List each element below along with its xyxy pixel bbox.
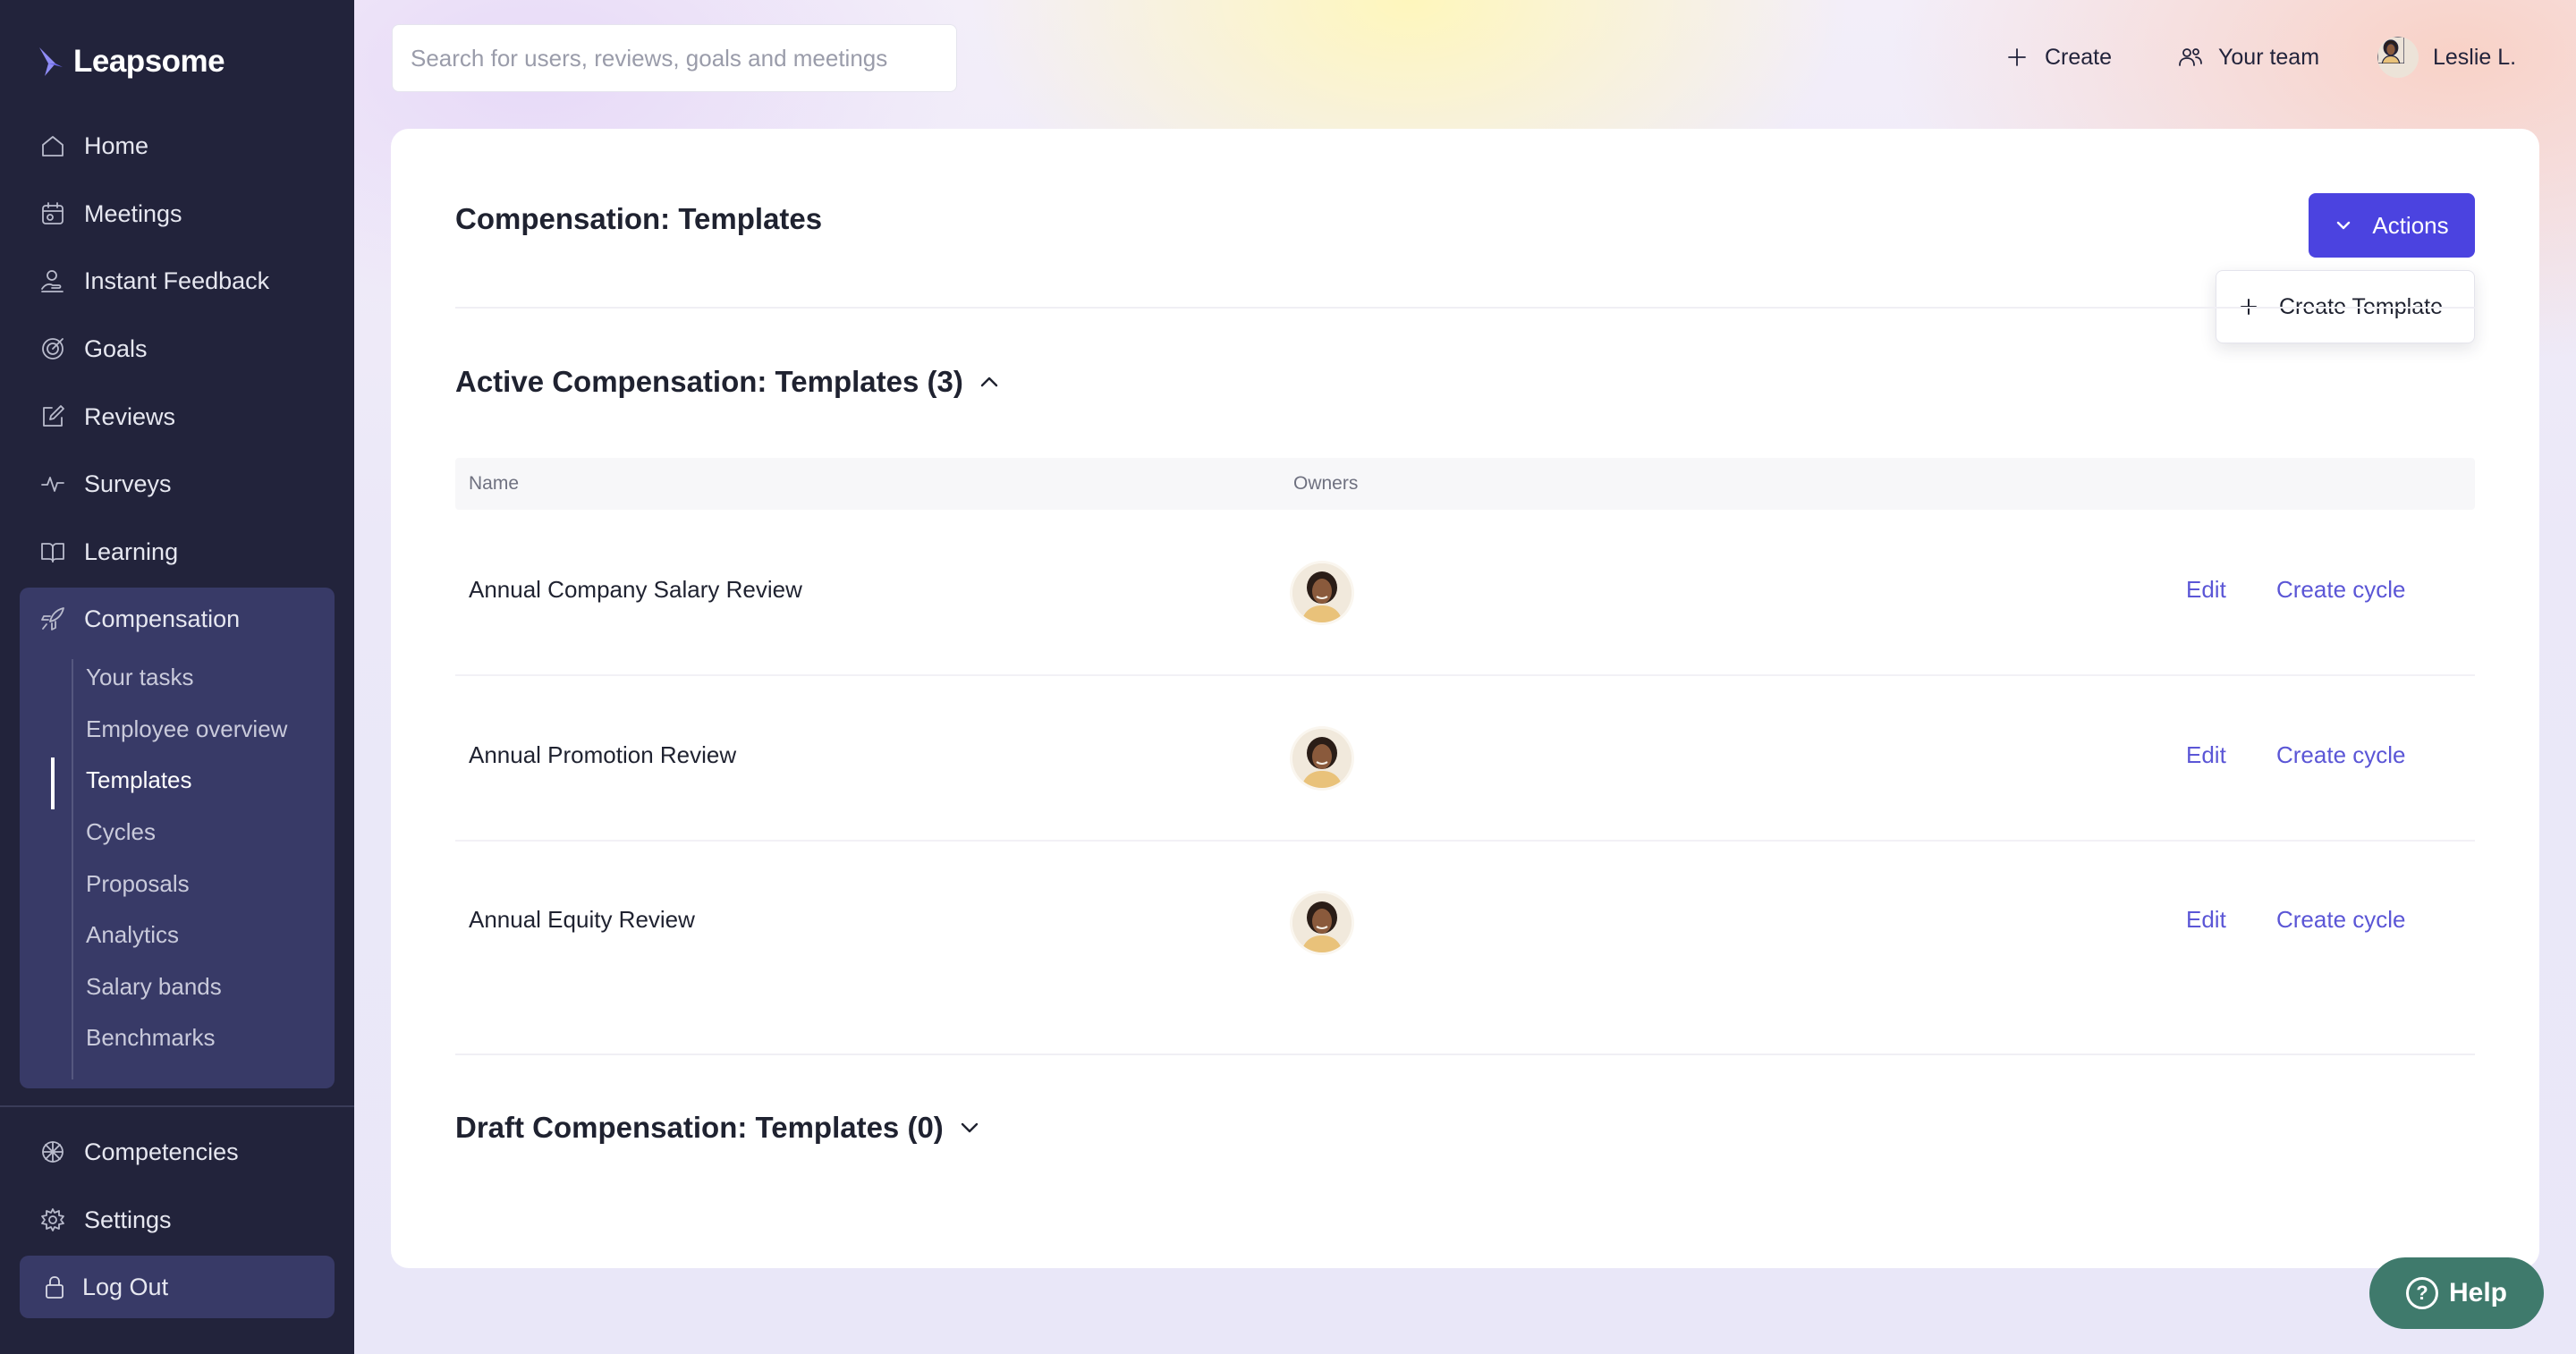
actions-label: Actions [2372,211,2449,239]
sidebar-item-learning[interactable]: Learning [20,523,335,580]
avatar [2377,37,2419,78]
edit-link[interactable]: Edit [2186,906,2226,934]
draft-templates-section-toggle[interactable]: Draft Compensation: Templates (0) [455,1111,981,1145]
sidebar-item-label: Surveys [84,470,172,497]
chevron-down-icon [2337,221,2351,230]
lock-icon [41,1274,68,1300]
sidebar-item-label: Instant Feedback [84,267,270,294]
create-cycle-link[interactable]: Create cycle [2276,741,2406,769]
active-indicator [51,757,55,809]
create-cycle-link[interactable]: Create cycle [2276,906,2406,934]
active-templates-section-toggle[interactable]: Active Compensation: Templates (3) [455,365,1001,399]
sidebar-item-meetings[interactable]: Meetings [20,185,335,242]
edit-link[interactable]: Edit [2186,576,2226,604]
create-label: Create [2045,44,2113,70]
sidebar-item-instant-feedback[interactable]: Instant Feedback [20,252,335,309]
main-card: Compensation: Templates Actions Create T… [391,129,2539,1268]
sidebar-item-surveys[interactable]: Surveys [20,455,335,512]
app-logo[interactable]: Leapsome [36,39,225,84]
sidebar-item-label: Reviews [84,402,176,430]
question-icon: ? [2405,1277,2438,1309]
column-header-name: Name [469,473,520,494]
divider [455,307,2475,309]
table-row: Annual Promotion Review Edit Create cycl… [455,675,2475,840]
template-name[interactable]: Annual Equity Review [469,906,695,934]
logout-button[interactable]: Log Out [20,1256,335,1318]
create-cycle-link[interactable]: Create cycle [2276,576,2406,604]
owner-avatar [1292,563,1352,622]
sidebar-item-reviews[interactable]: Reviews [20,388,335,445]
sidebar-item-label: Compensation [84,605,241,632]
app-name: Leapsome [73,44,225,79]
plus-icon [2008,48,2026,66]
submenu-benchmarks[interactable]: Benchmarks [86,1020,216,1055]
template-name[interactable]: Annual Company Salary Review [469,576,802,604]
owner-avatar [1292,893,1352,952]
user-menu[interactable]: Leslie L. [2377,34,2516,80]
home-icon [39,132,66,159]
help-button[interactable]: ? Help [2369,1257,2544,1329]
sidebar-item-label: Home [84,131,149,159]
logout-label: Log Out [82,1273,169,1300]
team-icon [2179,48,2202,66]
feedback-icon [39,267,66,294]
pulse-icon [39,470,66,497]
divider [455,1054,2475,1055]
gear-icon [39,1206,66,1233]
draft-section-title: Draft Compensation: Templates (0) [455,1111,944,1144]
submenu-salary-bands[interactable]: Salary bands [86,969,222,1004]
submenu-employee-overview[interactable]: Employee overview [86,711,287,747]
template-name[interactable]: Annual Promotion Review [469,741,736,769]
edit-link[interactable]: Edit [2186,741,2226,769]
submenu-analytics[interactable]: Analytics [86,917,179,952]
edit-icon [39,403,66,430]
submenu-proposals[interactable]: Proposals [86,866,190,901]
user-name: Leslie L. [2433,44,2517,70]
help-label: Help [2448,1278,2507,1307]
competencies-icon [39,1138,66,1165]
your-team-button[interactable]: Your team [2177,34,2319,80]
sidebar: Leapsome Home Meetings Instant Feedback … [0,0,354,1354]
submenu-cycles[interactable]: Cycles [86,814,156,850]
sidebar-item-settings[interactable]: Settings [20,1191,335,1248]
book-icon [39,538,66,565]
target-icon [39,335,66,362]
submenu-templates[interactable]: Templates [86,762,192,798]
sidebar-item-label: Settings [84,1206,172,1233]
sidebar-item-compensation[interactable]: Compensation [20,590,335,647]
your-team-label: Your team [2218,44,2320,70]
page-title: Compensation: Templates [455,202,823,235]
table-row: Annual Equity Review Edit Create cycle [455,840,2475,1004]
owner-avatar [1292,729,1352,788]
submenu-guide-line [72,659,73,1079]
sidebar-item-competencies[interactable]: Competencies [20,1123,335,1181]
table-header: Name Owners [455,458,2475,510]
leapsome-logo-icon [39,47,63,76]
sidebar-item-home[interactable]: Home [20,117,335,174]
submenu-your-tasks[interactable]: Your tasks [86,659,193,695]
sidebar-item-goals[interactable]: Goals [20,320,335,377]
chevron-up-icon [980,377,998,387]
sidebar-item-label: Goals [84,334,148,362]
sidebar-item-label: Competencies [84,1138,239,1165]
chevron-down-icon [961,1122,978,1133]
active-section-title: Active Compensation: Templates (3) [455,365,963,398]
sidebar-item-label: Meetings [84,199,182,227]
meetings-icon [39,200,66,227]
actions-button[interactable]: Actions [2309,193,2475,258]
column-header-owners: Owners [1293,473,1359,494]
sidebar-item-label: Learning [84,537,179,565]
sidebar-divider [0,1105,354,1107]
table-row: Annual Company Salary Review Edit Create… [455,510,2475,674]
search-input[interactable] [392,24,957,92]
create-button[interactable]: Create [2004,34,2112,80]
rocket-icon [39,605,66,632]
